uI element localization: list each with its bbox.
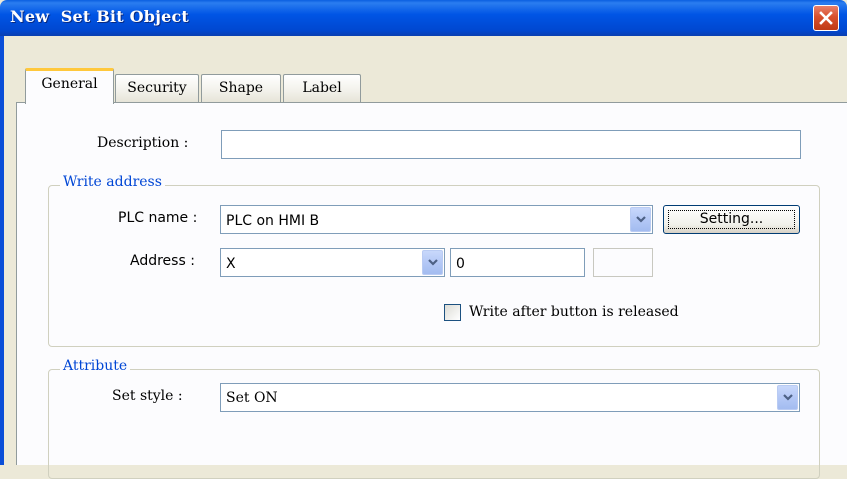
- set-style-value: Set ON: [226, 390, 278, 406]
- tab-shape[interactable]: Shape: [201, 74, 281, 102]
- setting-button[interactable]: Setting...: [663, 205, 800, 234]
- tab-security[interactable]: Security: [115, 74, 199, 102]
- set-style-select[interactable]: Set ON: [220, 383, 800, 412]
- tab-security-label: Security: [127, 80, 187, 96]
- address-extra-field: [593, 248, 653, 277]
- close-icon: [819, 11, 833, 25]
- set-style-label: Set style :: [112, 388, 183, 404]
- tab-label[interactable]: Label: [283, 74, 361, 102]
- plc-name-dropdown-button[interactable]: [630, 207, 651, 232]
- description-input[interactable]: [221, 130, 801, 159]
- address-device-dropdown-button[interactable]: [422, 250, 443, 275]
- attribute-group-title: Attribute: [60, 358, 131, 374]
- plc-name-label: PLC name :: [118, 210, 198, 226]
- description-label: Description :: [97, 135, 189, 151]
- address-device-select[interactable]: X: [220, 248, 445, 277]
- chevron-down-icon: [783, 394, 793, 401]
- address-value: 0: [456, 256, 465, 272]
- plc-name-select[interactable]: PLC on HMI B: [220, 205, 653, 234]
- chevron-down-icon: [636, 216, 646, 223]
- close-button[interactable]: [813, 5, 839, 31]
- setting-button-label: Setting...: [699, 211, 764, 227]
- tab-label-label: Label: [302, 80, 342, 96]
- chevron-down-icon: [428, 259, 438, 266]
- write-address-group-title: Write address: [60, 174, 165, 190]
- address-device-value: X: [226, 256, 236, 272]
- general-panel: Description : Write address PLC name : P…: [16, 102, 847, 479]
- window-border: [0, 36, 4, 465]
- plc-name-value: PLC on HMI B: [226, 213, 320, 229]
- window-title: New Set Bit Object: [10, 7, 190, 26]
- address-value-input[interactable]: 0: [450, 248, 585, 277]
- tab-general-label: General: [41, 76, 98, 92]
- set-style-dropdown-button[interactable]: [777, 385, 798, 410]
- write-after-release-label: Write after button is released: [469, 304, 679, 320]
- write-after-release-checkbox[interactable]: [444, 304, 461, 321]
- tab-general[interactable]: General: [25, 68, 114, 104]
- tab-shape-label: Shape: [218, 80, 264, 96]
- title-bar[interactable]: New Set Bit Object: [0, 0, 847, 36]
- address-label: Address :: [130, 253, 195, 269]
